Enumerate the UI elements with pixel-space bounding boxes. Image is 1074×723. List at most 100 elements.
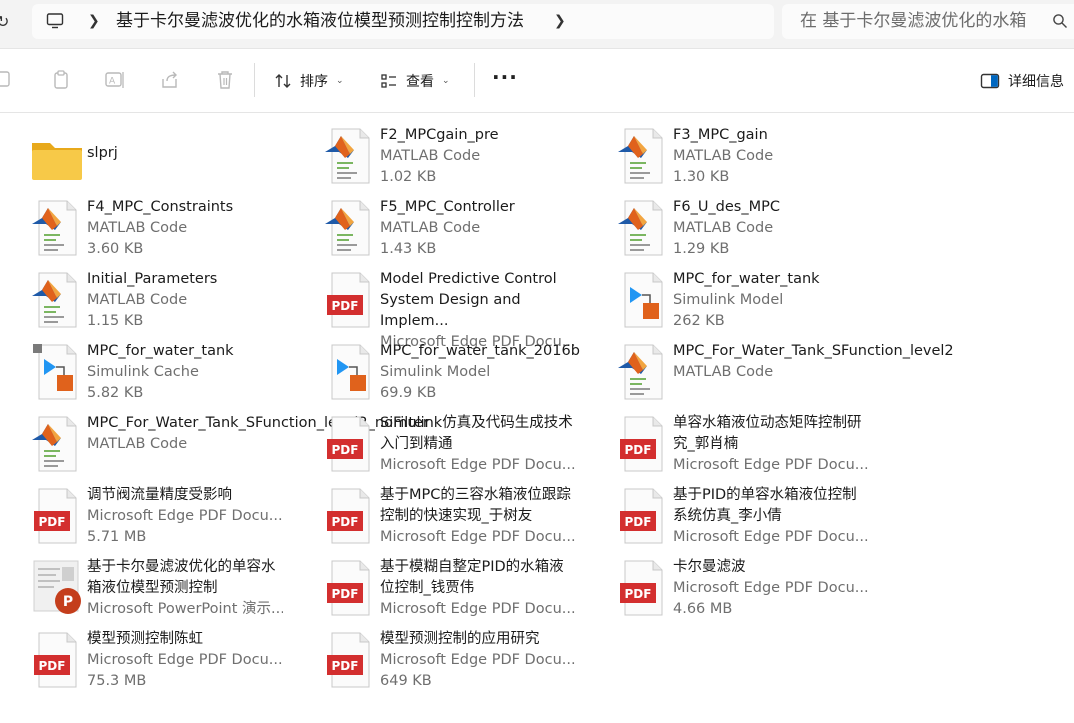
file-item[interactable]: MPC_For_Water_Tank_SFunction_level2_noFi… bbox=[30, 413, 429, 479]
file-type: Simulink Cache bbox=[87, 364, 199, 380]
this-pc-icon[interactable] bbox=[46, 12, 64, 30]
file-name: Model Predictive Control System Design a… bbox=[380, 271, 557, 329]
file-size: 1.02 KB bbox=[380, 169, 437, 185]
sort-label: 排序 bbox=[300, 74, 328, 90]
file-type: Microsoft Edge PDF Docu... bbox=[380, 457, 576, 473]
file-type: MATLAB Code bbox=[87, 220, 188, 236]
file-name: Simulink仿真及代码生成技术入门到精通 bbox=[380, 415, 573, 452]
file-item[interactable]: PDF 调节阀流量精度受影响 Microsoft Edge PDF Docu... 5… bbox=[30, 485, 320, 551]
file-name: MPC_for_water_tank_2016b bbox=[380, 343, 580, 359]
file-name: 基于MPC的三容水箱液位跟踪控制的快速实现_于树友 bbox=[380, 487, 571, 524]
file-type: Microsoft Edge PDF Docu... bbox=[380, 601, 576, 617]
file-item[interactable]: PDF Simulink仿真及代码生成技术入门到精通 Microsoft Edge … bbox=[323, 413, 613, 479]
pdf-file-icon: PDF bbox=[616, 485, 670, 547]
simulink-model-icon bbox=[616, 269, 670, 331]
chevron-right-icon[interactable]: ❯ bbox=[554, 12, 566, 30]
file-type: MATLAB Code bbox=[380, 148, 481, 164]
file-item[interactable]: F4_MPC_Constraints MATLAB Code 3.60 KB bbox=[30, 197, 320, 263]
file-name: slprj bbox=[87, 145, 118, 161]
paste-icon[interactable] bbox=[50, 69, 72, 91]
file-type: Microsoft Edge PDF Docu... bbox=[87, 508, 283, 524]
file-name: 模型预测控制的应用研究 bbox=[380, 631, 540, 647]
file-item[interactable]: PDF 卡尔曼滤波 Microsoft Edge PDF Docu... 4.66 M… bbox=[616, 557, 906, 623]
file-item[interactable]: F6_U_des_MPC MATLAB Code 1.29 KB bbox=[616, 197, 906, 263]
file-type: Microsoft Edge PDF Docu... bbox=[87, 652, 283, 668]
more-options-button[interactable]: ··· bbox=[492, 65, 518, 89]
file-name: MPC_for_water_tank bbox=[673, 271, 820, 287]
file-size: 1.29 KB bbox=[673, 241, 730, 257]
file-name: 单容水箱液位动态矩阵控制研究_郭肖楠 bbox=[673, 415, 862, 452]
copy-icon[interactable] bbox=[0, 69, 14, 91]
file-item[interactable]: MPC_for_water_tank Simulink Cache 5.82 KB bbox=[30, 341, 320, 407]
breadcrumb-current-folder[interactable]: 基于卡尔曼滤波优化的水箱液位模型预测控制控制方法 bbox=[116, 10, 524, 32]
pdf-file-icon: PDF bbox=[323, 269, 377, 331]
svg-text:PDF: PDF bbox=[625, 515, 652, 529]
file-type: MATLAB Code bbox=[673, 364, 774, 380]
file-type: Microsoft Edge PDF Docu... bbox=[380, 652, 576, 668]
file-size: 1.30 KB bbox=[673, 169, 730, 185]
breadcrumb[interactable]: ❯ 基于卡尔曼滤波优化的水箱液位模型预测控制控制方法 ❯ bbox=[32, 4, 774, 39]
svg-text:PDF: PDF bbox=[332, 587, 359, 601]
sort-icon bbox=[275, 74, 291, 88]
file-size: 75.3 MB bbox=[87, 673, 147, 689]
file-name: F3_MPC_gain bbox=[673, 127, 768, 143]
file-item[interactable]: slprj bbox=[30, 125, 320, 191]
pdf-file-icon: PDF bbox=[323, 485, 377, 547]
file-name: F5_MPC_Controller bbox=[380, 199, 515, 215]
search-input[interactable]: 在 基于卡尔曼滤波优化的水箱 bbox=[800, 10, 1026, 32]
file-item[interactable]: PDF Model Predictive Control System Desig… bbox=[323, 269, 613, 350]
sort-button[interactable]: 排序 ⌄ bbox=[274, 67, 344, 95]
file-item[interactable]: PDF 基于MPC的三容水箱液位跟踪控制的快速实现_于树友 Microsoft Ed… bbox=[323, 485, 613, 551]
details-pane-button[interactable]: 详细信息 bbox=[980, 67, 1064, 95]
file-size: 4.66 MB bbox=[673, 601, 733, 617]
file-item[interactable]: F2_MPCgain_pre MATLAB Code 1.02 KB bbox=[323, 125, 613, 191]
address-bar: ↻ ❯ 基于卡尔曼滤波优化的水箱液位模型预测控制控制方法 ❯ 在 基于卡尔曼滤波… bbox=[0, 0, 1074, 49]
file-item[interactable]: Initial_Parameters MATLAB Code 1.15 KB bbox=[30, 269, 320, 335]
file-name: 卡尔曼滤波 bbox=[673, 559, 746, 575]
file-item[interactable]: PDF 模型预测控制陈虹 Microsoft Edge PDF Docu... 75.… bbox=[30, 629, 320, 695]
file-name: MPC_For_Water_Tank_SFunction_level2_noFi… bbox=[87, 415, 429, 431]
refresh-icon[interactable]: ↻ bbox=[0, 12, 10, 32]
file-item[interactable]: MPC_for_water_tank Simulink Model 262 KB bbox=[616, 269, 906, 335]
delete-icon[interactable] bbox=[214, 69, 236, 91]
matlab-file-icon bbox=[616, 341, 670, 403]
file-name: 基于卡尔曼滤波优化的单容水箱液位模型预测控制 bbox=[87, 559, 276, 596]
toolbar-divider bbox=[254, 63, 255, 97]
pdf-file-icon: PDF bbox=[323, 629, 377, 691]
chevron-right-icon[interactable]: ❯ bbox=[88, 12, 100, 30]
svg-text:PDF: PDF bbox=[332, 659, 359, 673]
command-bar: A 排序 ⌄ 查看 ⌄ ··· 详细信息 bbox=[0, 49, 1074, 113]
svg-text:PDF: PDF bbox=[332, 515, 359, 529]
file-name: 模型预测控制陈虹 bbox=[87, 631, 203, 647]
matlab-file-icon bbox=[30, 269, 84, 331]
file-item[interactable]: F3_MPC_gain MATLAB Code 1.30 KB bbox=[616, 125, 906, 191]
file-size: 3.60 KB bbox=[87, 241, 144, 257]
view-icon bbox=[381, 74, 396, 88]
powerpoint-file-icon: P bbox=[30, 557, 84, 619]
chevron-down-icon: ⌄ bbox=[442, 76, 450, 86]
search-icon[interactable] bbox=[1052, 13, 1068, 29]
file-name: 基于模糊自整定PID的水箱液位控制_钱贾伟 bbox=[380, 559, 564, 596]
file-item[interactable]: MPC_For_Water_Tank_SFunction_level2 MATLA… bbox=[616, 341, 954, 407]
file-type: Microsoft Edge PDF Docu... bbox=[673, 457, 869, 473]
file-item[interactable]: PDF 单容水箱液位动态矩阵控制研究_郭肖楠 Microsoft Edge PDF … bbox=[616, 413, 906, 479]
file-size: 1.15 KB bbox=[87, 313, 144, 329]
file-item[interactable]: PDF 基于PID的单容水箱液位控制系统仿真_李小倩 Microsoft Edge … bbox=[616, 485, 906, 551]
file-size: 5.82 KB bbox=[87, 385, 144, 401]
search-box[interactable]: 在 基于卡尔曼滤波优化的水箱 bbox=[782, 4, 1074, 39]
pdf-file-icon: PDF bbox=[616, 557, 670, 619]
share-icon[interactable] bbox=[159, 69, 181, 91]
file-type: MATLAB Code bbox=[87, 436, 188, 452]
folder-icon bbox=[30, 125, 84, 187]
simulink-model-icon bbox=[323, 341, 377, 403]
rename-icon[interactable]: A bbox=[104, 69, 126, 91]
file-item[interactable]: PDF 基于模糊自整定PID的水箱液位控制_钱贾伟 Microsoft Edge P… bbox=[323, 557, 613, 623]
view-button[interactable]: 查看 ⌄ bbox=[380, 67, 450, 95]
svg-text:A: A bbox=[109, 77, 116, 87]
file-item[interactable]: PDF 模型预测控制的应用研究 Microsoft Edge PDF Docu...… bbox=[323, 629, 613, 695]
chevron-down-icon: ⌄ bbox=[336, 76, 344, 86]
pdf-file-icon: PDF bbox=[323, 413, 377, 475]
file-item[interactable]: P 基于卡尔曼滤波优化的单容水箱液位模型预测控制 Microsoft PowerPo… bbox=[30, 557, 320, 623]
file-item[interactable]: MPC_for_water_tank_2016b Simulink Model 69… bbox=[323, 341, 613, 407]
file-item[interactable]: F5_MPC_Controller MATLAB Code 1.43 KB bbox=[323, 197, 613, 263]
